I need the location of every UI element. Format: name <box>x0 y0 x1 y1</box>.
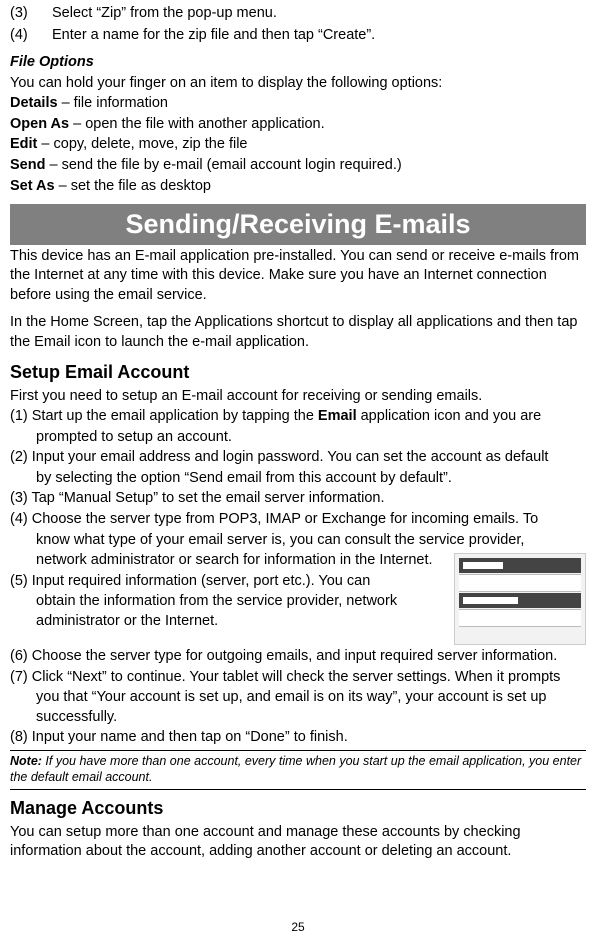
setup-step-2-line-1: (2) Input your email address and login p… <box>10 448 586 468</box>
email-bold: Email <box>318 408 357 424</box>
page-number: 25 <box>0 919 596 935</box>
step-text: Enter a name for the zip file and then t… <box>52 26 586 46</box>
step-text: Select “Zip” from the pop-up menu. <box>52 4 586 24</box>
email-server-screenshot <box>454 553 586 645</box>
option-name: Edit <box>10 136 37 152</box>
note-text: If you have more than one account, every… <box>10 754 581 784</box>
setup-step-3: (3) Tap “Manual Setup” to set the email … <box>10 489 586 509</box>
setup-step-6: (6) Choose the server type for outgoing … <box>10 647 586 667</box>
setup-step-1-line-2: prompted to setup an account. <box>10 428 586 448</box>
note-rule-bottom <box>10 789 586 790</box>
option-name: Send <box>10 157 45 173</box>
option-desc: – send the file by e-mail (email account… <box>45 157 401 173</box>
setup-step-7-line-2: you that “Your account is set up, and em… <box>10 688 586 727</box>
setup-step-1-line-1: (1) Start up the email application by ta… <box>10 407 586 427</box>
setup-step-8: (8) Input your name and then tap on “Don… <box>10 728 586 748</box>
note-block: Note: If you have more than one account,… <box>10 751 586 788</box>
option-set-as: Set As – set the file as desktop <box>10 177 586 197</box>
setup-step-4-line-2: know what type of your email server is, … <box>10 531 586 551</box>
option-name: Details <box>10 95 58 111</box>
manage-accounts-text: You can setup more than one account and … <box>10 823 586 862</box>
file-options-heading: File Options <box>10 53 586 73</box>
email-intro-para-2: In the Home Screen, tap the Applications… <box>10 313 586 352</box>
text-suffix: application icon and you are <box>357 408 542 424</box>
step-number: (3) <box>10 4 52 24</box>
file-options-intro: You can hold your finger on an item to d… <box>10 74 586 94</box>
step-number: (4) <box>10 26 52 46</box>
note-label: Note: <box>10 754 42 768</box>
option-open-as: Open As – open the file with another app… <box>10 115 586 135</box>
option-name: Set As <box>10 178 55 194</box>
setup-step-4-line-1: (4) Choose the server type from POP3, IM… <box>10 510 586 530</box>
setup-email-intro: First you need to setup an E-mail accoun… <box>10 387 586 407</box>
step-4: (4) Enter a name for the zip file and th… <box>10 26 586 46</box>
option-edit: Edit – copy, delete, move, zip the file <box>10 135 586 155</box>
option-desc: – open the file with another application… <box>69 116 325 132</box>
manage-accounts-heading: Manage Accounts <box>10 796 586 820</box>
setup-step-7-line-1: (7) Click “Next” to continue. Your table… <box>10 668 586 688</box>
setup-email-heading: Setup Email Account <box>10 360 586 384</box>
option-desc: – copy, delete, move, zip the file <box>37 136 247 152</box>
option-desc: – file information <box>58 95 168 111</box>
option-desc: – set the file as desktop <box>55 178 211 194</box>
option-name: Open As <box>10 116 69 132</box>
option-details: Details – file information <box>10 94 586 114</box>
text-prefix: (1) Start up the email application by ta… <box>10 408 318 424</box>
option-send: Send – send the file by e-mail (email ac… <box>10 156 586 176</box>
email-intro-para-1: This device has an E-mail application pr… <box>10 247 586 306</box>
step-3: (3) Select “Zip” from the pop-up menu. <box>10 4 586 24</box>
setup-step-2-line-2: by selecting the option “Send email from… <box>10 469 586 489</box>
section-banner-email: Sending/Receiving E-mails <box>10 204 586 244</box>
